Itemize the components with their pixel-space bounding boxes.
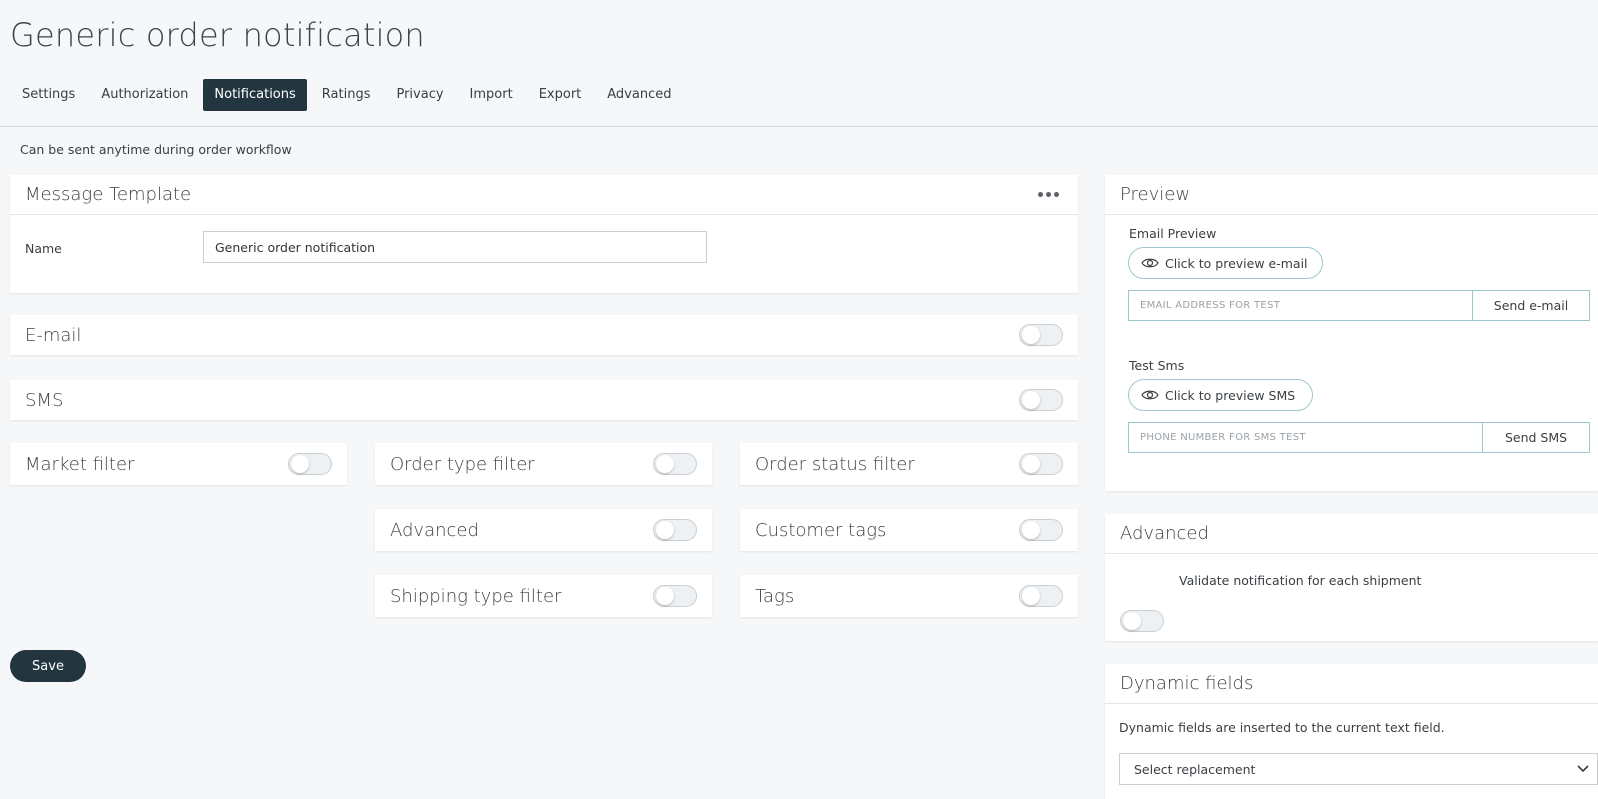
dynamic-fields-title: Dynamic fields — [1120, 673, 1254, 694]
replacement-select-value: Select replacement — [1134, 761, 1256, 777]
message-template-title: Message Template — [25, 184, 192, 205]
page-subtitle: Can be sent anytime during order workflo… — [20, 142, 292, 157]
advanced-filter-card: Advanced — [375, 509, 712, 551]
customer-tags-label: Customer tags — [755, 519, 887, 541]
shipping-type-filter-toggle[interactable] — [653, 585, 697, 607]
tab-advanced[interactable]: Advanced — [596, 79, 682, 111]
tab-divider — [0, 126, 1598, 127]
email-toggle[interactable] — [1019, 324, 1063, 346]
send-email-button[interactable]: Send e-mail — [1472, 290, 1590, 321]
email-preview-label: Email Preview — [1129, 226, 1217, 241]
name-input[interactable]: Generic order notification — [203, 231, 707, 263]
tab-notifications[interactable]: Notifications — [203, 79, 307, 111]
preview-email-label: Click to preview e-mail — [1165, 255, 1308, 271]
tab-import[interactable]: Import — [459, 79, 524, 111]
customer-tags-card: Customer tags — [740, 509, 1078, 551]
save-button[interactable]: Save — [10, 650, 86, 682]
advanced-title: Advanced — [1120, 523, 1209, 544]
tab-privacy[interactable]: Privacy — [385, 79, 454, 111]
validate-shipment-toggle[interactable] — [1120, 610, 1164, 632]
preview-sms-button[interactable]: Click to preview SMS — [1128, 379, 1313, 411]
market-filter-card: Market filter — [10, 443, 347, 485]
page-title: Generic order notification — [10, 16, 425, 54]
replacement-select[interactable]: Select replacement — [1119, 753, 1598, 785]
sms-channel-label: SMS — [25, 389, 64, 411]
sms-toggle[interactable] — [1019, 389, 1063, 411]
advanced-card: Advanced Validate notification for each … — [1105, 514, 1598, 641]
tags-toggle[interactable] — [1019, 585, 1063, 607]
order-type-filter-card: Order type filter — [375, 443, 712, 485]
shipping-type-filter-card: Shipping type filter — [375, 575, 712, 617]
dynamic-fields-header: Dynamic fields — [1105, 664, 1598, 704]
email-channel-bar: E-mail — [10, 315, 1078, 355]
tab-authorization[interactable]: Authorization — [90, 79, 199, 111]
eye-icon — [1141, 390, 1159, 400]
sms-test-row: PHONE NUMBER FOR SMS TEST Send SMS — [1128, 422, 1590, 453]
order-type-filter-label: Order type filter — [390, 453, 535, 475]
advanced-filter-label: Advanced — [390, 519, 479, 541]
preview-card: Preview Email Preview Click to preview e… — [1105, 175, 1598, 491]
message-template-header: Message Template — [10, 175, 1078, 215]
tab-export[interactable]: Export — [528, 79, 593, 111]
email-test-input[interactable]: EMAIL ADDRESS FOR TEST — [1128, 290, 1472, 321]
eye-icon — [1141, 258, 1159, 268]
order-status-filter-card: Order status filter — [740, 443, 1078, 485]
advanced-header: Advanced — [1105, 514, 1598, 554]
email-test-row: EMAIL ADDRESS FOR TEST Send e-mail — [1128, 290, 1590, 321]
tags-card: Tags — [740, 575, 1078, 617]
tab-ratings[interactable]: Ratings — [311, 79, 382, 111]
more-horizontal-icon[interactable] — [1034, 188, 1063, 201]
dynamic-fields-description: Dynamic fields are inserted to the curre… — [1119, 720, 1445, 735]
customer-tags-toggle[interactable] — [1019, 519, 1063, 541]
order-status-filter-label: Order status filter — [755, 453, 915, 475]
shipping-type-filter-label: Shipping type filter — [390, 585, 562, 607]
order-status-filter-toggle[interactable] — [1019, 453, 1063, 475]
chevron-down-icon — [1577, 765, 1589, 773]
tab-bar: Settings Authorization Notifications Rat… — [11, 79, 686, 111]
preview-sms-label: Click to preview SMS — [1165, 387, 1296, 403]
preview-email-button[interactable]: Click to preview e-mail — [1128, 247, 1323, 279]
market-filter-label: Market filter — [25, 453, 135, 475]
tab-settings[interactable]: Settings — [11, 79, 86, 111]
preview-header: Preview — [1105, 175, 1598, 215]
preview-title: Preview — [1120, 184, 1191, 205]
sms-test-input[interactable]: PHONE NUMBER FOR SMS TEST — [1128, 422, 1482, 453]
name-label: Name — [25, 241, 62, 256]
advanced-filter-toggle[interactable] — [653, 519, 697, 541]
validate-shipment-label: Validate notification for each shipment — [1179, 573, 1422, 588]
test-sms-label: Test Sms — [1129, 358, 1185, 373]
market-filter-toggle[interactable] — [288, 453, 332, 475]
email-channel-label: E-mail — [25, 324, 82, 346]
message-template-card: Message Template Name Generic order noti… — [10, 175, 1078, 293]
send-sms-button[interactable]: Send SMS — [1482, 422, 1590, 453]
tags-label: Tags — [755, 585, 795, 607]
dynamic-fields-card: Dynamic fields Dynamic fields are insert… — [1105, 664, 1598, 799]
order-type-filter-toggle[interactable] — [653, 453, 697, 475]
sms-channel-bar: SMS — [10, 380, 1078, 420]
